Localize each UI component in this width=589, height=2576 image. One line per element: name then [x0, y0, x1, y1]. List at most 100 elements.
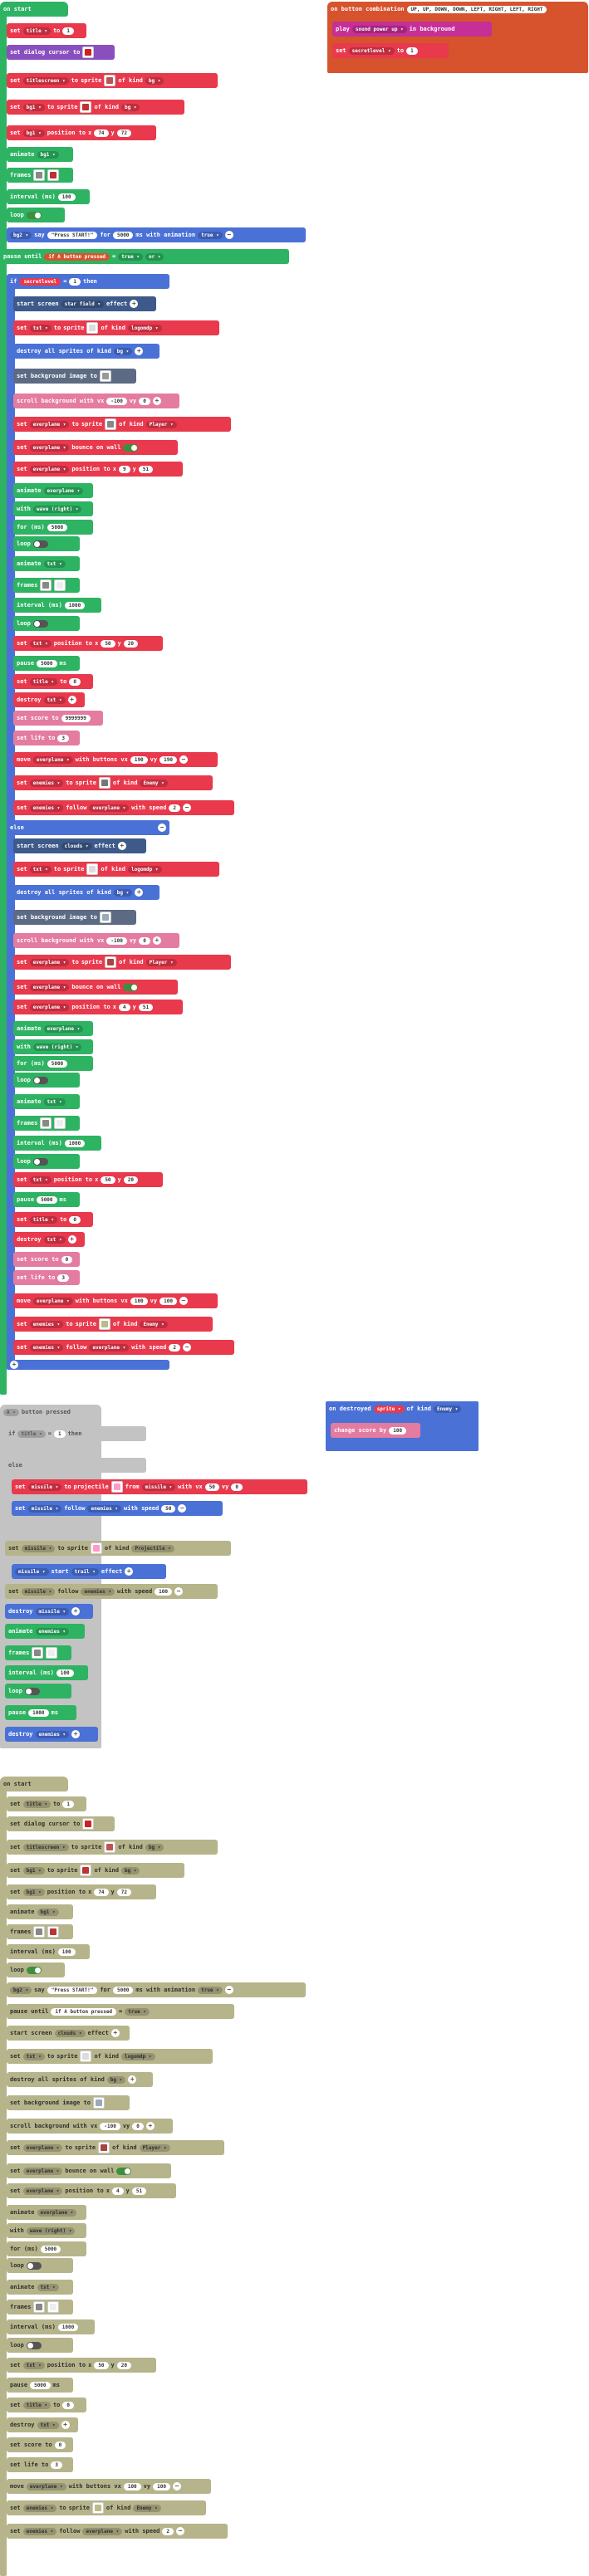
move-block[interactable]: moveeverplanewith buttons vx190vy190−: [13, 752, 218, 767]
y-pill[interactable]: 51: [131, 2187, 147, 2195]
bounce-block[interactable]: seteverplanebounce on wall: [13, 980, 178, 995]
set-secretlevel-block[interactable]: setsecretlevelto1: [332, 43, 449, 58]
set-enemies-block[interactable]: setenemiestosprite of kindEnemy: [13, 775, 213, 790]
frame-image-icon[interactable]: [47, 2301, 60, 2313]
var-dropdown[interactable]: title: [22, 2401, 51, 2409]
sprite-image-icon[interactable]: [104, 1841, 116, 1853]
target-dropdown[interactable]: enemies: [87, 1504, 122, 1513]
remove-icon[interactable]: −: [174, 1587, 184, 1596]
compare-pill[interactable]: 1: [69, 277, 81, 286]
txt-position-block[interactable]: settxtposition tox50y20: [13, 636, 163, 651]
kind-dropdown[interactable]: Projectile: [131, 1544, 174, 1552]
var-dropdown[interactable]: title: [17, 1430, 46, 1438]
add-icon[interactable]: +: [67, 696, 76, 704]
var-dropdown[interactable]: everplane: [29, 958, 70, 966]
pause-pill[interactable]: 1000: [28, 1708, 49, 1717]
var-dropdown[interactable]: title: [29, 1215, 57, 1224]
duration-pill[interactable]: 5000: [47, 523, 68, 531]
pause-pill[interactable]: 5000: [37, 659, 57, 667]
set-missile-block[interactable]: setmissiletoprojectilefrommissilewith vx…: [12, 1479, 307, 1494]
set-background-block[interactable]: set background image to: [13, 369, 136, 384]
add-icon[interactable]: +: [117, 842, 126, 850]
wave-block[interactable]: with wave (right): [13, 501, 93, 516]
set-title-block[interactable]: settitleto0: [7, 2398, 86, 2412]
set-everplane-block[interactable]: seteverplanetosprite of kindPlayer: [13, 955, 231, 970]
y-pill[interactable]: 20: [123, 1176, 138, 1184]
add-icon[interactable]: +: [125, 1567, 134, 1576]
x-pill[interactable]: 50: [101, 1176, 115, 1184]
combo-hat[interactable]: on button combination UP, UP, DOWN, DOWN,…: [327, 2, 588, 17]
sprite-image-icon[interactable]: [98, 2142, 110, 2153]
var-dropdown[interactable]: everplane: [22, 2143, 63, 2152]
kind-dropdown[interactable]: bg: [120, 1866, 140, 1875]
animate-block[interactable]: animate bg1: [7, 147, 73, 162]
add-icon[interactable]: +: [145, 2122, 155, 2130]
loop-toggle[interactable]: [32, 540, 48, 548]
sprite-image-icon[interactable]: [91, 2502, 104, 2514]
frame-image-icon[interactable]: [40, 1117, 52, 1129]
kind-dropdown[interactable]: bg: [145, 76, 164, 85]
add-icon[interactable]: +: [71, 1730, 81, 1738]
sprite-image-icon[interactable]: [86, 322, 99, 334]
follow-disabled[interactable]: setmissilefollowenemieswith speed100−: [5, 1584, 218, 1599]
add-icon[interactable]: +: [71, 1607, 81, 1615]
sprite-image-icon[interactable]: [105, 418, 117, 430]
var-dropdown[interactable]: missile: [21, 1587, 56, 1596]
interval-block[interactable]: interval (ms) 100: [7, 189, 90, 204]
set-txt-block[interactable]: settxttosprite of kindlogomdp: [13, 862, 219, 877]
sprite-image-icon[interactable]: [110, 1481, 123, 1493]
x-pill[interactable]: 4: [111, 2187, 124, 2195]
var-dropdown[interactable]: txt: [29, 639, 52, 648]
wave-block[interactable]: with wave (right): [13, 1039, 93, 1054]
var-dropdown[interactable]: enemies: [35, 1730, 70, 1738]
interval-block[interactable]: interval (ms) 100: [7, 1944, 90, 1959]
if-block[interactable]: if secretlevel = 1 then: [7, 274, 169, 289]
set-missile-disabled[interactable]: setmissiletosprite of kindProjectile: [5, 1541, 231, 1556]
remove-icon[interactable]: −: [183, 804, 192, 812]
var-dropdown[interactable]: bg1: [37, 150, 59, 159]
animate-block[interactable]: animate everplane: [13, 483, 93, 498]
condition-pill[interactable]: if A button pressed: [44, 252, 110, 261]
var-dropdown[interactable]: enemies: [35, 1627, 70, 1635]
add-icon[interactable]: +: [61, 2421, 70, 2429]
bool-dropdown[interactable]: true: [118, 252, 143, 261]
remove-icon[interactable]: −: [183, 1343, 192, 1352]
animate-block[interactable]: animate txt: [7, 2280, 73, 2295]
duration-pill[interactable]: 5000: [40, 2245, 61, 2253]
life-pill[interactable]: 3: [57, 1273, 69, 1282]
loop-toggle[interactable]: [26, 2261, 42, 2270]
duration-pill[interactable]: 5000: [47, 1059, 68, 1068]
var-dropdown[interactable]: txt: [22, 2361, 45, 2369]
kind-dropdown[interactable]: bg: [120, 103, 140, 111]
frame-image-icon[interactable]: [40, 579, 52, 591]
remove-icon[interactable]: −: [176, 2527, 185, 2535]
pause-block[interactable]: pause 5000 ms: [13, 656, 80, 671]
var-dropdown[interactable]: txt: [37, 2421, 59, 2429]
pause-pill[interactable]: 5000: [30, 2381, 51, 2389]
set-bg1-block[interactable]: setbg1tosprite of kindbg: [7, 1863, 184, 1878]
animate-block[interactable]: animate txt: [13, 556, 80, 571]
set-score-block[interactable]: set score to 0: [13, 1252, 80, 1267]
interval-pill[interactable]: 1000: [64, 1139, 86, 1147]
pause-pill[interactable]: 5000: [37, 1195, 57, 1204]
var-dropdown[interactable]: txt: [29, 324, 52, 332]
var-dropdown[interactable]: txt: [29, 865, 52, 873]
frame-image-icon[interactable]: [54, 1117, 66, 1129]
on-destroyed-hat[interactable]: on destroyedspriteof kindEnemy: [326, 1401, 479, 1416]
life-pill[interactable]: 3: [57, 734, 69, 742]
y-pill[interactable]: 51: [138, 465, 154, 473]
animation-dropdown[interactable]: true: [198, 231, 223, 239]
animation-dropdown[interactable]: wave (right): [26, 2227, 76, 2235]
loop-block[interactable]: loop: [7, 2258, 73, 2273]
var-dropdown[interactable]: enemies: [29, 1320, 64, 1328]
scroll-background-block[interactable]: scroll background with vx -100 vy 0 +: [13, 933, 179, 948]
var-dropdown[interactable]: missile: [35, 1607, 70, 1615]
set-title-block[interactable]: settitleto1: [7, 1796, 86, 1811]
set-titlescreen-block[interactable]: settitlescreentosprite of kindbg: [7, 1840, 218, 1855]
var-dropdown[interactable]: enemies: [29, 804, 64, 812]
set-life-block[interactable]: set life to 3: [7, 2457, 73, 2472]
pause-block[interactable]: pause 5000 ms: [13, 1192, 80, 1207]
bool-dropdown[interactable]: true: [125, 2007, 150, 2016]
on-start-hat[interactable]: on start: [0, 2, 68, 17]
kind-dropdown[interactable]: Enemy: [434, 1405, 462, 1413]
